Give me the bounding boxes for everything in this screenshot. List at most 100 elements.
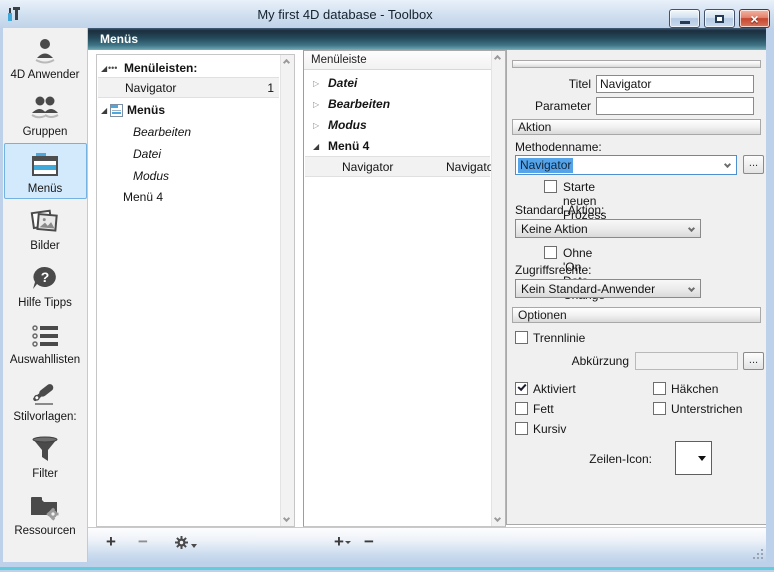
sidebar-item-menus[interactable]: Menüs xyxy=(4,143,87,199)
remove-menu-item-button[interactable]: − xyxy=(364,532,374,552)
tree-row-bearbeiten[interactable]: Bearbeiten xyxy=(98,122,279,143)
scroll-down-icon[interactable] xyxy=(283,515,290,522)
expander-expanded-icon[interactable]: ◢ xyxy=(313,136,319,157)
dropdown-selected-text: Keine Aktion xyxy=(521,222,588,236)
tree-row-label: Navigator xyxy=(125,78,176,99)
tree-row-bearbeiten[interactable]: ▷ Bearbeiten xyxy=(305,94,490,115)
minimize-icon xyxy=(680,21,690,24)
group-divider xyxy=(512,60,761,68)
gear-icon xyxy=(174,535,189,550)
tree-row-label: Menüleisten: xyxy=(124,58,197,79)
panels-area: ◢ ••• Menüleisten: Navigator 1 ◢ Menüs B… xyxy=(88,50,766,527)
minimize-button[interactable] xyxy=(669,9,700,28)
title-bar[interactable]: My first 4D database - Toolbox × xyxy=(0,0,774,28)
tree-row-label: Navigator xyxy=(342,157,393,178)
tree-row-menus[interactable]: ◢ Menüs xyxy=(98,100,279,121)
trennlinie-checkbox[interactable] xyxy=(515,331,528,344)
close-button[interactable]: × xyxy=(739,9,770,28)
methodenname-browse-button[interactable]: ... xyxy=(743,155,764,174)
tree-row-method: Navigator xyxy=(446,157,497,178)
sidebar-item-bilder[interactable]: Bilder xyxy=(4,200,87,256)
trennlinie-label: Trennlinie xyxy=(533,331,585,345)
funnel-icon xyxy=(29,434,61,466)
sidebar-item-label: Ressourcen xyxy=(14,525,75,537)
tree-row-modus[interactable]: Modus xyxy=(98,166,279,187)
sidebar-item-gruppen[interactable]: Gruppen xyxy=(4,86,87,142)
menu-tree-scrollbar[interactable] xyxy=(491,51,505,526)
scroll-up-icon[interactable] xyxy=(283,59,290,66)
tree-row-label: Menü 4 xyxy=(123,187,163,208)
item-properties-panel: Titel Parameter Aktion Methodenname: Nav… xyxy=(506,50,766,525)
unterstrichen-checkbox[interactable] xyxy=(653,402,666,415)
toolbox-icon xyxy=(6,5,22,23)
kursiv-checkbox[interactable] xyxy=(515,422,528,435)
sidebar-item-stilvorlagen[interactable]: Stilvorlagen: xyxy=(4,371,87,427)
gear-menu-button[interactable] xyxy=(174,535,197,555)
fett-label: Fett xyxy=(533,402,554,416)
sidebar-item-ressourcen[interactable]: Ressourcen xyxy=(4,485,87,541)
aktiviert-checkbox[interactable] xyxy=(515,382,528,395)
scroll-down-icon[interactable] xyxy=(494,515,501,522)
tree-row-navigator[interactable]: Navigator Navigator xyxy=(305,156,490,177)
tree-row-datei[interactable]: ▷ Datei xyxy=(305,73,490,94)
expander-expanded-icon[interactable]: ◢ xyxy=(101,100,107,121)
expander-collapsed-icon[interactable]: ▷ xyxy=(313,115,319,136)
tree-row-label: Datei xyxy=(133,144,161,165)
tree-row-label: Menü 4 xyxy=(328,136,369,157)
titel-input[interactable] xyxy=(596,75,754,93)
sidebar-item-label: Gruppen xyxy=(23,126,68,138)
expander-collapsed-icon[interactable]: ▷ xyxy=(313,73,319,94)
sidebar-item-label: Bilder xyxy=(30,240,59,252)
left-tree-scrollbar[interactable] xyxy=(280,55,294,526)
abkuerzung-label: Abkürzung xyxy=(537,353,629,370)
window-bottom-border xyxy=(0,562,774,572)
haekchen-checkbox[interactable] xyxy=(653,382,666,395)
abkuerzung-input[interactable] xyxy=(635,352,738,370)
tree-row-datei[interactable]: Datei xyxy=(98,144,279,165)
remove-menubar-button[interactable]: − xyxy=(138,532,148,552)
sidebar-item-filter[interactable]: Filter xyxy=(4,428,87,484)
sidebar-item-auswahllisten[interactable]: Auswahllisten xyxy=(4,314,87,370)
sidebar-item-label: Hilfe Tipps xyxy=(18,297,72,309)
tree-row-menu4[interactable]: ◢ Menü 4 xyxy=(305,136,490,157)
ohne-on-data-change-checkbox[interactable] xyxy=(544,246,557,259)
expander-collapsed-icon[interactable]: ▷ xyxy=(313,94,319,115)
fett-checkbox[interactable] xyxy=(515,402,528,415)
add-menubar-button[interactable]: + xyxy=(106,532,116,552)
tree-row-menu4[interactable]: Menü 4 xyxy=(98,187,279,208)
tree-row-modus[interactable]: ▷ Modus xyxy=(305,115,490,136)
zeilen-icon-label: Zeilen-Icon: xyxy=(547,451,652,468)
pictures-icon xyxy=(29,206,61,238)
add-menu-item-button[interactable]: + xyxy=(334,532,351,552)
sidebar-item-hilfe-tipps[interactable]: ? Hilfe Tipps xyxy=(4,257,87,313)
aktiviert-label: Aktiviert xyxy=(533,382,576,396)
zeilen-icon-dropdown[interactable] xyxy=(675,441,712,475)
expander-expanded-icon[interactable]: ◢ xyxy=(101,58,107,79)
tree-row-value: 1 xyxy=(267,78,274,99)
user-icon xyxy=(30,35,60,67)
menubar-detail-panel: Menüleiste ▷ Datei ▷ Bearbeiten ▷ Modus … xyxy=(303,50,506,527)
toolbox-window: My first 4D database - Toolbox × 4D Anwe… xyxy=(0,0,774,572)
tree-row-menuleisten[interactable]: ◢ ••• Menüleisten: xyxy=(98,58,279,79)
main-area: Menüs ◢ ••• Menüleisten: Navigator 1 ◢ M… xyxy=(88,28,766,562)
starte-neuen-prozess-checkbox[interactable] xyxy=(544,180,557,193)
resize-grip[interactable] xyxy=(751,547,763,559)
sidebar-item-4d-anwender[interactable]: 4D Anwender xyxy=(4,29,87,85)
sidebar-item-label: Stilvorlagen: xyxy=(13,411,76,423)
accent-line xyxy=(0,567,774,570)
titel-label: Titel xyxy=(513,76,591,93)
menubars-tree-panel: ◢ ••• Menüleisten: Navigator 1 ◢ Menüs B… xyxy=(96,54,295,527)
tree-row-navigator[interactable]: Navigator 1 xyxy=(98,77,279,98)
scroll-up-icon[interactable] xyxy=(494,55,501,62)
chevron-down-icon xyxy=(688,285,695,292)
chevron-down-icon[interactable] xyxy=(724,161,731,168)
standard-aktion-dropdown[interactable]: Keine Aktion xyxy=(515,219,701,238)
methodenname-combobox[interactable]: Navigator xyxy=(515,155,737,175)
standard-aktion-label: Standard-Aktion: xyxy=(515,202,604,219)
zugriffsrechte-label: Zugriffsrechte: xyxy=(515,262,591,279)
abkuerzung-browse-button[interactable]: ... xyxy=(743,352,764,370)
zugriffsrechte-dropdown[interactable]: Kein Standard-Anwender xyxy=(515,279,701,298)
menu-doc-icon xyxy=(110,104,123,117)
parameter-input[interactable] xyxy=(596,97,754,115)
maximize-button[interactable] xyxy=(704,9,735,28)
